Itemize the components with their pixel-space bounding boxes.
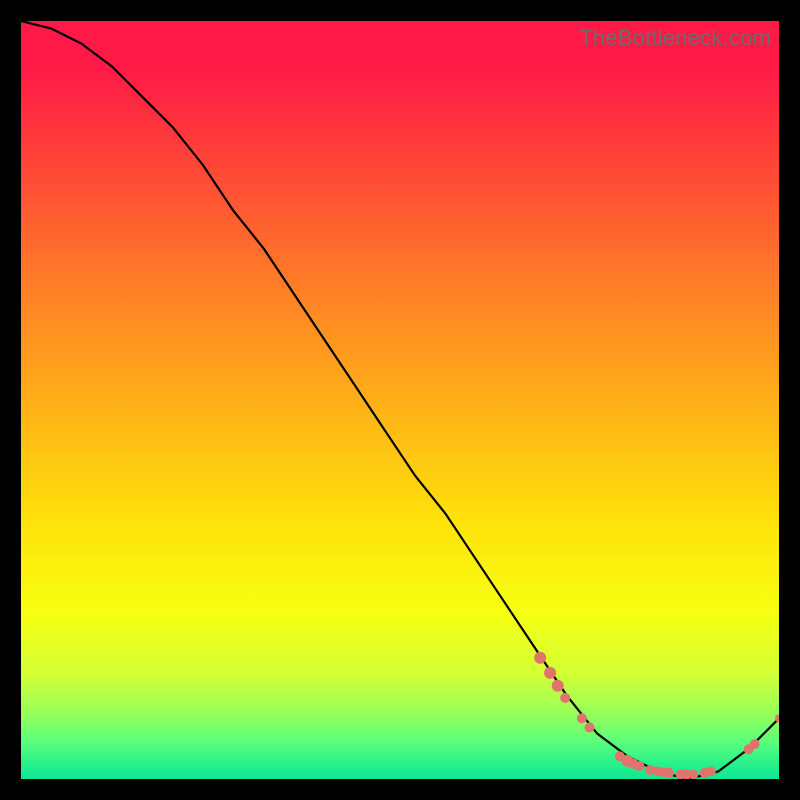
marker-point: [664, 768, 674, 778]
marker-point: [577, 713, 587, 723]
curve-layer: [21, 21, 779, 779]
marker-layer: [534, 652, 779, 779]
bottleneck-curve-path: [21, 21, 779, 779]
marker-point: [534, 652, 546, 664]
marker-point: [585, 723, 595, 733]
marker-point: [635, 761, 645, 771]
marker-point: [560, 693, 570, 703]
chart-stage: TheBottleneck.com: [0, 0, 800, 800]
marker-point: [750, 739, 760, 749]
marker-point: [552, 680, 564, 692]
marker-point: [544, 667, 556, 679]
plot-area: TheBottleneck.com: [21, 21, 779, 779]
marker-point: [706, 766, 716, 776]
